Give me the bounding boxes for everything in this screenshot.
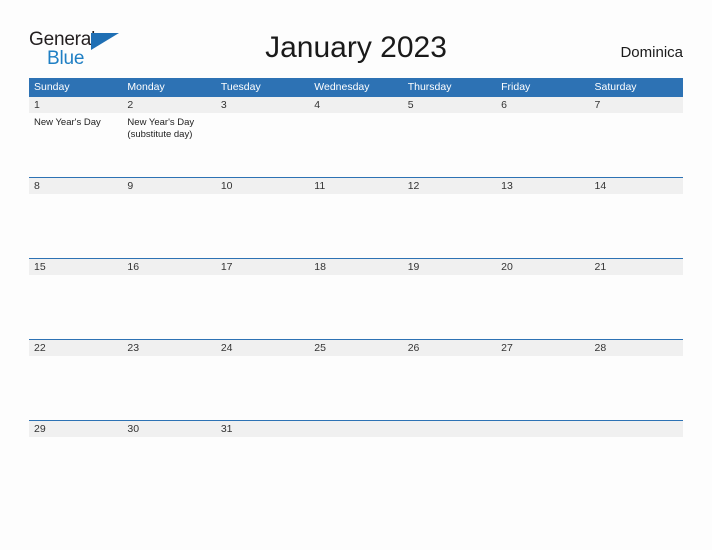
calendar-grid: Sunday Monday Tuesday Wednesday Thursday… — [29, 78, 683, 501]
calendar-day-cell[interactable]: 3 — [215, 97, 310, 142]
calendar-day-cell[interactable]: 15 — [29, 259, 123, 275]
day-number: 19 — [402, 259, 497, 275]
day-number: 21 — [589, 259, 683, 275]
day-events: New Year's Day (substitute day) — [122, 113, 215, 141]
weekday-saturday: Saturday — [594, 81, 637, 93]
day-number: 23 — [122, 340, 216, 356]
weekday-header-row: Sunday Monday Tuesday Wednesday Thursday… — [29, 78, 683, 96]
day-number: 13 — [496, 178, 590, 194]
day-number: 25 — [309, 340, 403, 356]
week-days: 22 23 24 25 26 27 28 — [29, 340, 683, 356]
calendar-day-cell[interactable]: 5 — [402, 97, 497, 142]
day-number: 14 — [589, 178, 683, 194]
weekday-tuesday: Tuesday — [220, 81, 261, 93]
day-number — [402, 421, 497, 437]
calendar-day-cell[interactable]: 27 — [496, 340, 590, 356]
week-days: 15 16 17 18 19 20 21 — [29, 259, 683, 275]
calendar-week-row: 29 30 31 — [29, 420, 683, 501]
calendar-day-cell[interactable]: 29 — [29, 421, 123, 437]
day-number: 3 — [215, 97, 310, 113]
day-number: 9 — [122, 178, 216, 194]
calendar-weeks: 1 New Year's Day 2 New Year's Day (substitu… — [29, 96, 683, 501]
calendar-week-row: 15 16 17 18 19 20 21 — [29, 258, 683, 339]
holiday-event: New Year's Day (substitute day) — [127, 117, 195, 140]
day-number: 26 — [402, 340, 497, 356]
calendar-day-cell[interactable] — [309, 421, 403, 437]
calendar-day-cell[interactable] — [402, 421, 497, 437]
day-number: 5 — [402, 97, 497, 113]
week-days: 29 30 31 — [29, 421, 683, 437]
calendar-day-cell[interactable]: 28 — [589, 340, 683, 356]
calendar-day-cell[interactable]: 11 — [309, 178, 403, 194]
calendar-day-cell[interactable] — [496, 421, 590, 437]
day-number: 17 — [215, 259, 310, 275]
day-number: 10 — [215, 178, 310, 194]
day-number: 30 — [122, 421, 216, 437]
day-number: 15 — [29, 259, 123, 275]
day-number: 12 — [402, 178, 497, 194]
calendar-day-cell[interactable]: 23 — [122, 340, 216, 356]
day-number: 2 — [122, 97, 216, 113]
holiday-event: New Year's Day — [34, 117, 101, 128]
calendar-day-cell[interactable]: 16 — [122, 259, 216, 275]
weekday-sunday: Sunday — [34, 81, 70, 93]
day-number — [589, 421, 683, 437]
calendar-day-cell[interactable]: 30 — [122, 421, 216, 437]
day-number: 20 — [496, 259, 590, 275]
calendar-day-cell[interactable]: 12 — [402, 178, 497, 194]
day-number: 6 — [496, 97, 590, 113]
week-days: 1 New Year's Day 2 New Year's Day (substitu… — [29, 97, 683, 142]
page-header: General Blue January 2023 Dominica — [0, 0, 712, 76]
calendar-day-cell[interactable]: 25 — [309, 340, 403, 356]
calendar-day-cell[interactable]: 17 — [215, 259, 310, 275]
day-number: 4 — [309, 97, 403, 113]
calendar-day-cell[interactable]: 14 — [589, 178, 683, 194]
day-number: 22 — [29, 340, 123, 356]
calendar-day-cell[interactable] — [589, 421, 683, 437]
calendar-day-cell[interactable]: 8 — [29, 178, 123, 194]
day-number: 29 — [29, 421, 123, 437]
calendar-day-cell[interactable]: 18 — [309, 259, 403, 275]
calendar-day-cell[interactable]: 26 — [402, 340, 497, 356]
day-number: 1 — [29, 97, 123, 113]
day-number: 28 — [589, 340, 683, 356]
calendar-week-row: 22 23 24 25 26 27 28 — [29, 339, 683, 420]
calendar-day-cell[interactable]: 2 New Year's Day (substitute day) — [122, 97, 216, 142]
calendar-day-cell[interactable]: 24 — [215, 340, 310, 356]
calendar-day-cell[interactable]: 20 — [496, 259, 590, 275]
day-number: 31 — [215, 421, 310, 437]
day-number: 27 — [496, 340, 590, 356]
calendar-week-row: 8 9 10 11 12 13 14 — [29, 177, 683, 258]
calendar-day-cell[interactable]: 31 — [215, 421, 310, 437]
calendar-day-cell[interactable]: 7 — [589, 97, 683, 142]
day-number: 7 — [589, 97, 683, 113]
day-events: New Year's Day — [29, 113, 122, 129]
day-number: 24 — [215, 340, 310, 356]
calendar-day-cell[interactable]: 10 — [215, 178, 310, 194]
day-number: 16 — [122, 259, 216, 275]
calendar-week-row: 1 New Year's Day 2 New Year's Day (substitu… — [29, 96, 683, 177]
calendar-day-cell[interactable]: 4 — [309, 97, 403, 142]
calendar-day-cell[interactable]: 9 — [122, 178, 216, 194]
weekday-thursday: Thursday — [407, 81, 452, 93]
calendar-day-cell[interactable]: 6 — [496, 97, 590, 142]
calendar-day-cell[interactable]: 19 — [402, 259, 497, 275]
calendar-page: General Blue January 2023 Dominica Sunda… — [0, 0, 712, 550]
calendar-day-cell[interactable]: 22 — [29, 340, 123, 356]
country-label: Dominica — [620, 44, 683, 61]
weekday-monday: Monday — [127, 81, 165, 93]
week-days: 8 9 10 11 12 13 14 — [29, 178, 683, 194]
page-title: January 2023 — [265, 31, 447, 64]
calendar-day-cell[interactable]: 13 — [496, 178, 590, 194]
calendar-day-cell[interactable]: 21 — [589, 259, 683, 275]
day-number: 8 — [29, 178, 123, 194]
weekday-wednesday: Wednesday — [314, 81, 370, 93]
day-number — [496, 421, 590, 437]
day-number: 18 — [309, 259, 403, 275]
calendar-day-cell[interactable]: 1 New Year's Day — [29, 97, 123, 142]
day-number: 11 — [309, 178, 403, 194]
day-number — [309, 421, 403, 437]
weekday-friday: Friday — [501, 81, 531, 93]
